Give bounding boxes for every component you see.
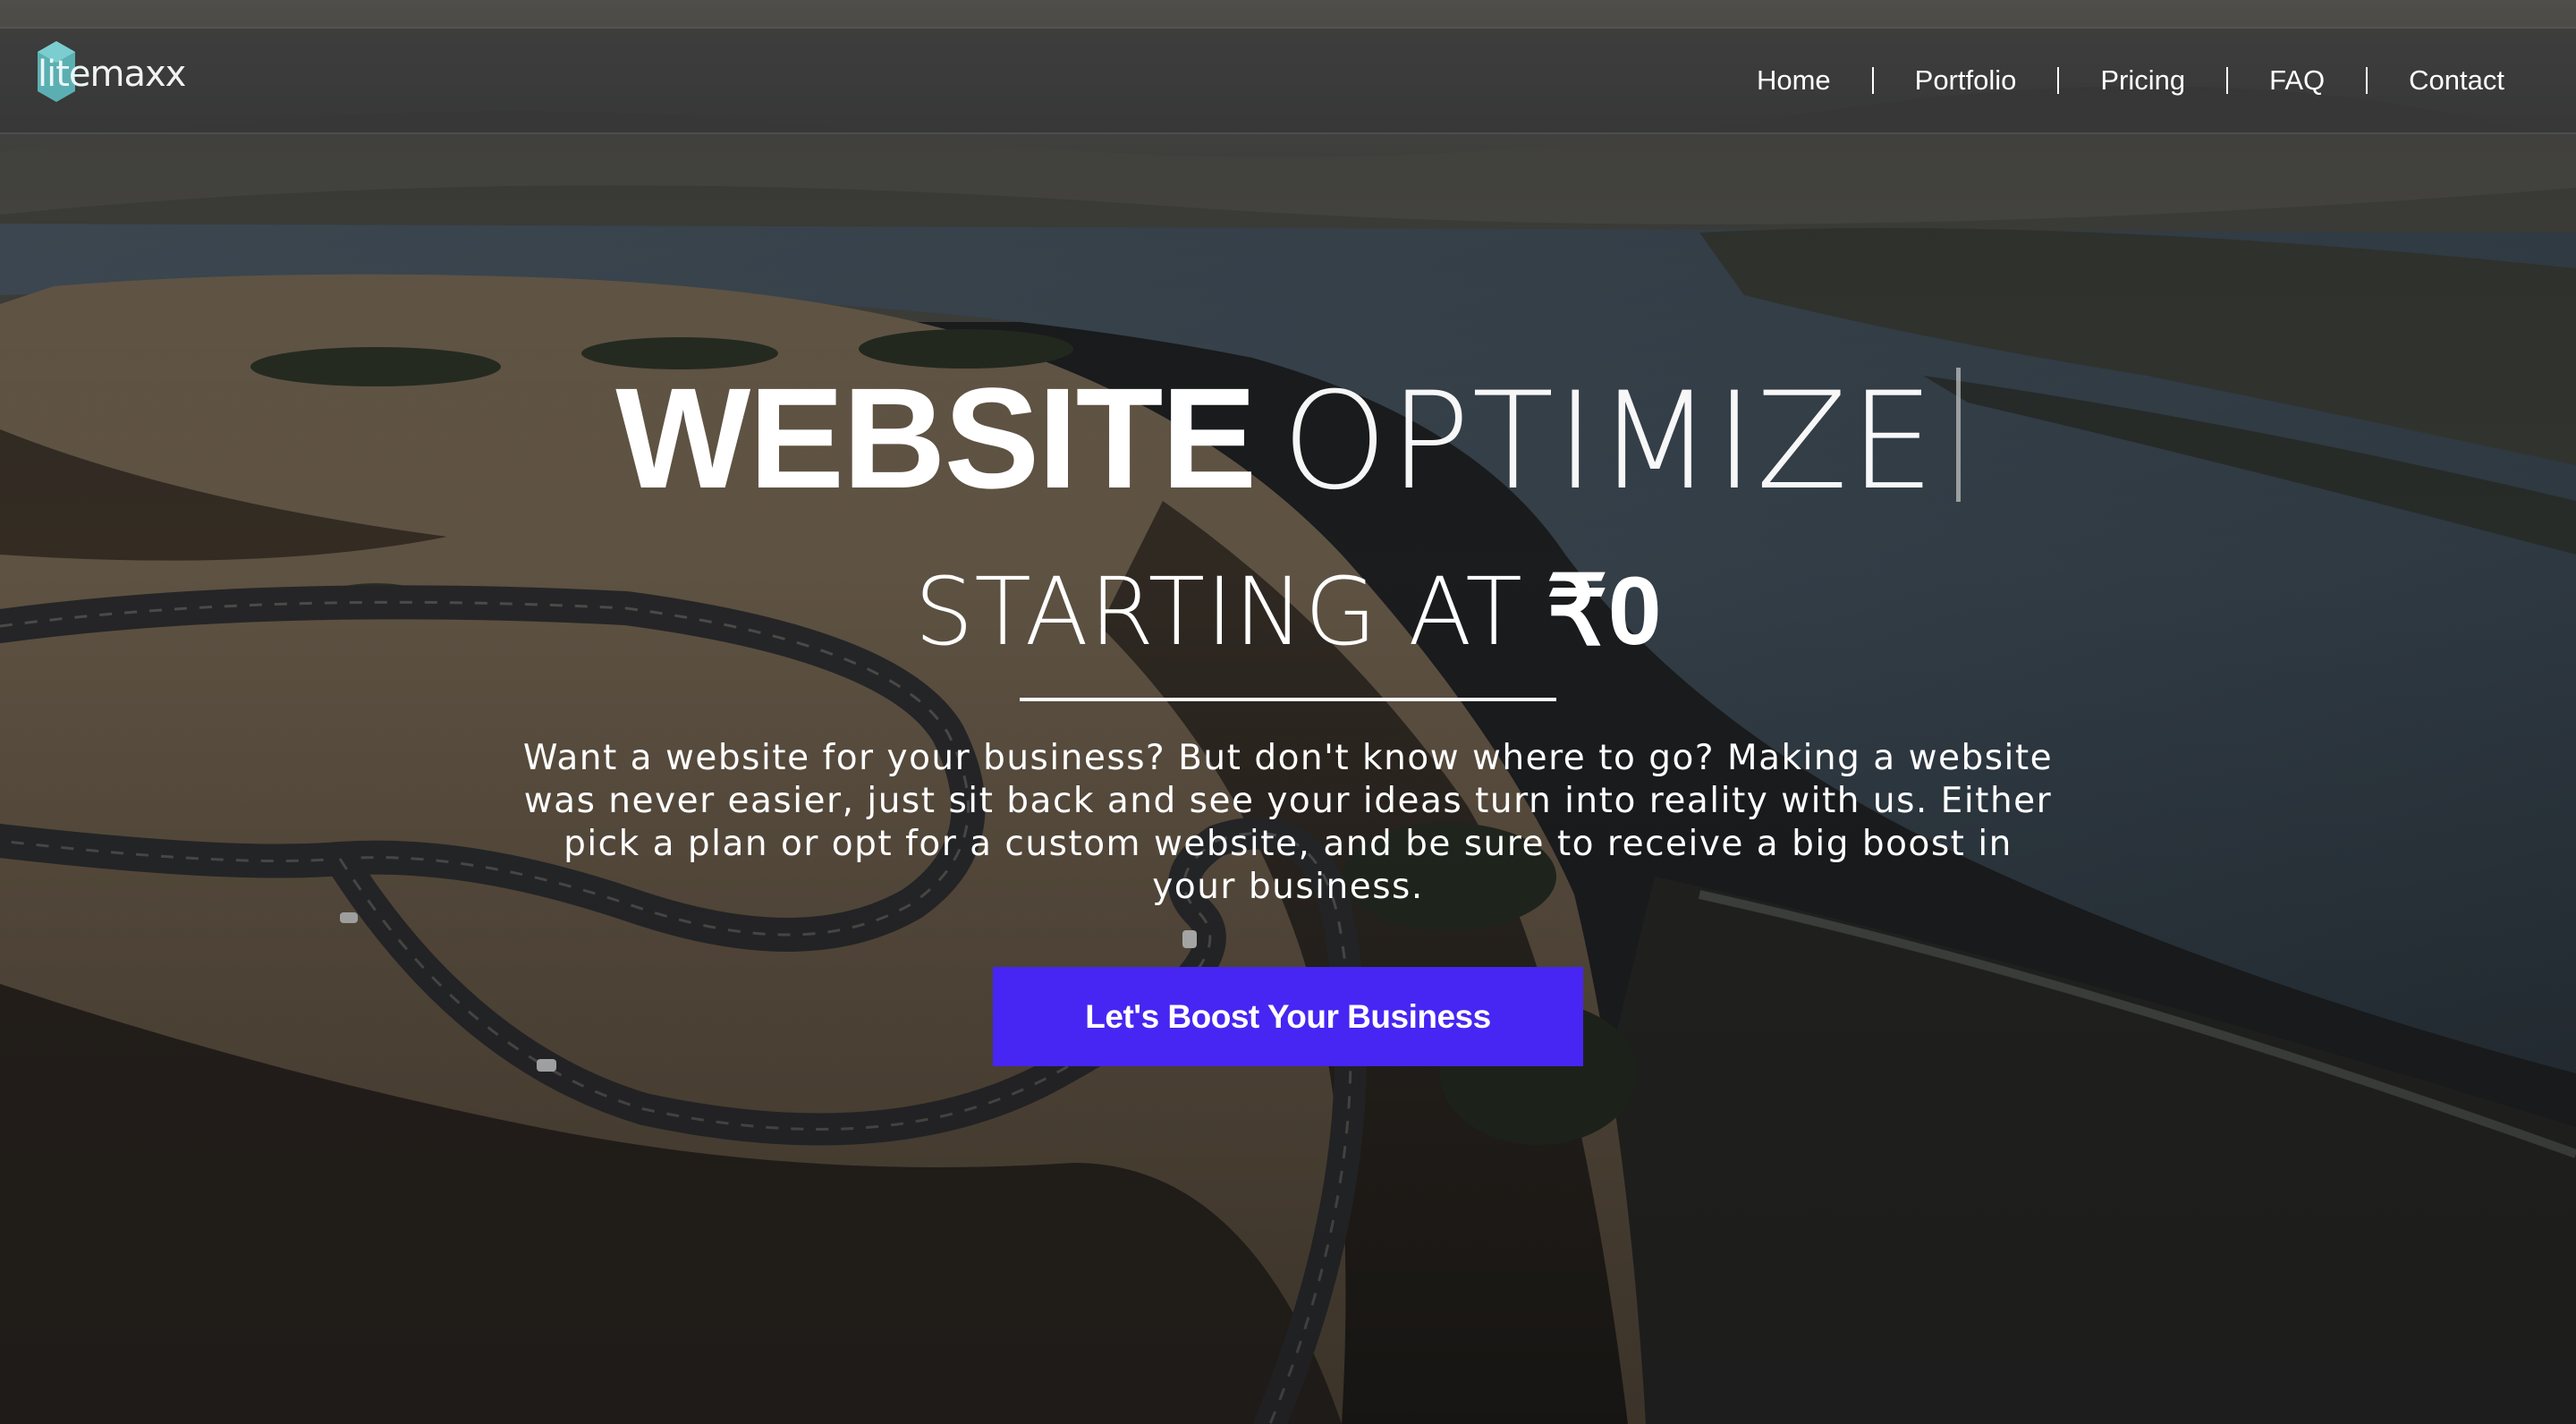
background-dark-overlay xyxy=(0,0,2576,1424)
typing-cursor xyxy=(1955,368,1961,502)
nav-item-pricing[interactable]: Pricing xyxy=(2059,64,2229,97)
boost-business-button[interactable]: Let's Boost Your Business xyxy=(993,967,1583,1066)
hero-subheadline: STARTING AT ₹0 xyxy=(0,555,2576,667)
nav-link-home[interactable]: Home xyxy=(1716,64,1872,97)
subhead-text: STARTING AT xyxy=(914,557,1523,666)
hero-description: Want a website for your business? But do… xyxy=(522,738,2054,907)
nav-item-portfolio[interactable]: Portfolio xyxy=(1874,64,2060,97)
top-navbar: litemaxx Home Portfolio Pricing FAQ Cont… xyxy=(0,27,2576,134)
headline-bold-word: WEBSITE xyxy=(615,358,1257,518)
hero-headline: WEBSITE OPTIMIZE xyxy=(0,367,2576,510)
nav-link-faq[interactable]: FAQ xyxy=(2228,64,2366,97)
nav-link-portfolio[interactable]: Portfolio xyxy=(1874,64,2058,97)
brand-logo[interactable]: litemaxx xyxy=(32,34,186,114)
nav-item-contact[interactable]: Contact xyxy=(2368,64,2504,97)
main-nav: Home Portfolio Pricing FAQ Contact xyxy=(1716,29,2504,132)
headline-typed-word: OPTIMIZE xyxy=(1282,364,1936,520)
nav-link-pricing[interactable]: Pricing xyxy=(2059,64,2226,97)
hero-section: litemaxx Home Portfolio Pricing FAQ Cont… xyxy=(0,0,2576,1424)
nav-link-contact[interactable]: Contact xyxy=(2368,64,2504,97)
nav-item-home[interactable]: Home xyxy=(1716,64,1874,97)
subhead-price: ₹0 xyxy=(1546,556,1662,665)
hero-divider xyxy=(1020,698,1556,701)
nav-item-faq[interactable]: FAQ xyxy=(2228,64,2368,97)
brand-name: litemaxx xyxy=(38,54,186,95)
